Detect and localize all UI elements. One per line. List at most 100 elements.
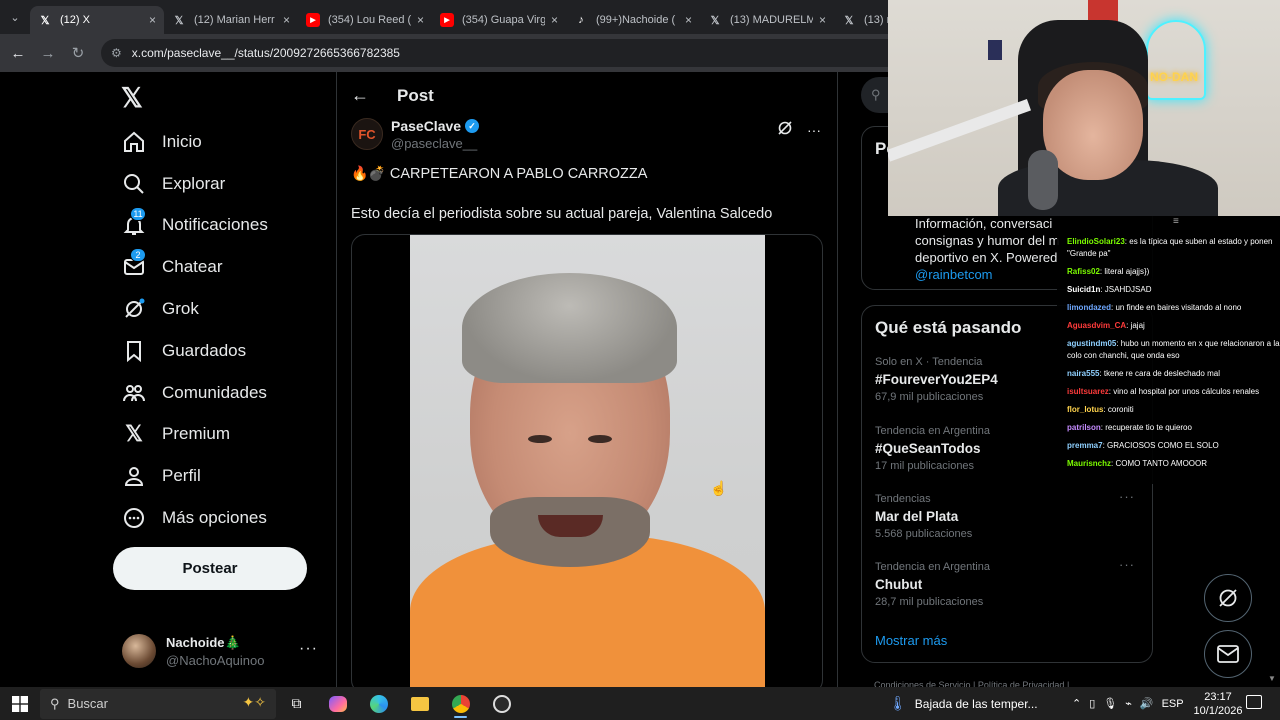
chat-message: naira555: tkene re cara de deslechado ma…	[1067, 369, 1220, 378]
tabs-container: 𝕏 (12) X × 𝕏 (12) Marian Herr × ▶ (354) Lou Ree…	[30, 0, 968, 34]
browser-tab[interactable]: 𝕏 (12) Marian Herr ×	[164, 6, 298, 34]
device-icon[interactable]: ▯	[1089, 697, 1095, 710]
start-button[interactable]	[0, 687, 40, 720]
sidebar-item-más-opciones[interactable]: Más opciones	[120, 497, 268, 539]
post-video[interactable]: ☝	[351, 234, 823, 694]
grok-icon[interactable]	[777, 120, 793, 139]
chat-text: COMO TANTO AMOOOR	[1115, 459, 1208, 468]
close-tab-icon[interactable]: ×	[551, 13, 558, 27]
url-text: x.com/paseclave__/status/200927266536678…	[131, 46, 400, 60]
chat-username: Aguasdvim_CA	[1067, 321, 1127, 330]
author-handle[interactable]: @paseclave__	[391, 136, 479, 151]
trend-item[interactable]: Tendencia en Argentina Chubut 28,7 mil pub…	[875, 557, 1143, 608]
sidebar-item-explorar[interactable]: Explorar	[120, 163, 268, 205]
notification-center-button[interactable]	[1246, 695, 1262, 709]
clock[interactable]: 23:17 10/1/2026	[1188, 690, 1248, 718]
file-explorer-app[interactable]	[399, 687, 440, 720]
site-info-icon[interactable]: ⚙	[111, 46, 122, 60]
grok-fab-button[interactable]	[1204, 574, 1252, 622]
sidebar-item-perfil[interactable]: Perfil	[120, 455, 268, 497]
more-options-icon[interactable]: ···	[807, 122, 821, 138]
chat-message: isultsuarez: vino al hospital por unos c…	[1067, 387, 1260, 396]
browser-tab[interactable]: 𝕏 (13) MADURELM ×	[700, 6, 834, 34]
avatar	[122, 634, 156, 668]
x-logo-icon: 𝕏	[174, 14, 184, 27]
sidebar-item-label: Notificaciones	[162, 215, 268, 235]
chat-message: patrilson: recuperate tio te quieroo	[1067, 423, 1192, 432]
tab-search-button[interactable]: ⌄	[0, 0, 30, 34]
chat-text: recuperate tio te quieroo	[1105, 423, 1192, 432]
taskbar-search[interactable]: ⚲ Buscar ✦✧	[40, 688, 276, 719]
post-author[interactable]: FC PaseClave ✓ @paseclave__	[351, 118, 480, 151]
sidebar-item-comunidades[interactable]: Comunidades	[120, 372, 268, 414]
chrome-app[interactable]	[440, 687, 481, 720]
trend-name: Mar del Plata	[875, 509, 959, 524]
search-icon	[120, 170, 148, 198]
forward-button[interactable]: →	[33, 38, 63, 68]
x-logo-icon: 𝕏	[844, 14, 854, 27]
author-name[interactable]: PaseClave	[391, 118, 461, 134]
trend-more-icon[interactable]: ···	[1119, 489, 1135, 504]
reload-button[interactable]: ↻	[63, 38, 93, 68]
browser-tab[interactable]: ♪ (99+)Nachoide (×	[566, 6, 700, 34]
chat-text: coroniti	[1107, 405, 1134, 414]
tab-title: (12) Marian Herr	[194, 14, 275, 26]
mail-icon	[1217, 645, 1239, 663]
show-more-link[interactable]: Mostrar más	[875, 633, 947, 648]
search-icon: ⚲	[871, 87, 881, 102]
volume-icon[interactable]: 🔊	[1140, 697, 1154, 710]
search-highlight-icon: ✦✧	[242, 693, 266, 710]
webcam-overlay: NO-DAN	[888, 0, 1280, 216]
language-indicator[interactable]: ESP	[1162, 698, 1184, 710]
mic-icon[interactable]: 🎙	[1103, 697, 1117, 710]
windows-logo-icon	[12, 695, 28, 712]
sidebar-item-grok[interactable]: Grok	[120, 288, 268, 330]
chat-username: patrilson	[1067, 423, 1101, 432]
profile-name: Nachoide🎄	[166, 634, 241, 650]
close-tab-icon[interactable]: ×	[685, 13, 692, 27]
account-switcher[interactable]: Nachoide🎄 @NachoAquinoo ···	[122, 632, 322, 670]
network-icon[interactable]: ⌁	[1125, 697, 1132, 710]
thermometer-icon: 🌡	[889, 695, 907, 711]
browser-tab[interactable]: ▶ (354) Lou Reed (×	[298, 6, 432, 34]
person-icon	[120, 462, 148, 490]
sidebar-item-guardados[interactable]: Guardados	[120, 330, 268, 372]
page-title: Post	[397, 85, 434, 105]
weather-widget[interactable]: 🌡 Bajada de las temper...	[889, 687, 1038, 720]
profile-card-link[interactable]: @rainbetcom	[915, 267, 993, 282]
grok-icon	[120, 295, 148, 323]
copilot-app[interactable]	[317, 687, 358, 720]
chat-text: literal ajajjs})	[1104, 267, 1150, 276]
close-tab-icon[interactable]: ×	[283, 13, 290, 27]
tray-overflow-icon[interactable]: ⌃	[1072, 697, 1081, 710]
chat-username: Suicid1n	[1067, 285, 1101, 294]
close-tab-icon[interactable]: ×	[417, 13, 424, 27]
sidebar-item-inicio[interactable]: Inicio	[120, 121, 268, 163]
sidebar-item-premium[interactable]: 𝕏 Premium	[120, 414, 268, 456]
browser-tab[interactable]: 𝕏 (12) X ×	[30, 6, 164, 34]
edge-app[interactable]	[358, 687, 399, 720]
task-view-button[interactable]: ⧉	[276, 687, 317, 720]
more-icon[interactable]: ···	[299, 640, 318, 658]
back-arrow-icon[interactable]: ←	[351, 85, 381, 106]
x-logo[interactable]: 𝕏	[121, 83, 143, 114]
close-tab-icon[interactable]: ×	[149, 13, 156, 27]
sidebar-item-notificaciones[interactable]: Notificaciones 11	[120, 205, 268, 247]
trend-item[interactable]: Tendencias Mar del Plata 5.568 publicacion…	[875, 489, 1143, 540]
post-button[interactable]: Postear	[113, 547, 307, 590]
obs-app[interactable]	[481, 687, 522, 720]
back-button[interactable]: ←	[3, 38, 33, 68]
copilot-icon	[328, 695, 347, 712]
author-avatar[interactable]: FC	[351, 118, 383, 150]
tab-title: (354) Lou Reed (	[328, 14, 411, 26]
browser-tab[interactable]: ▶ (354) Guapa Virg ×	[432, 6, 566, 34]
close-tab-icon[interactable]: ×	[819, 13, 826, 27]
messages-fab-button[interactable]	[1204, 630, 1252, 678]
trend-more-icon[interactable]: ···	[1119, 557, 1135, 572]
url-bar[interactable]: ⚙ x.com/paseclave__/status/2009272665366…	[101, 39, 901, 67]
microphone	[1028, 150, 1058, 210]
scroll-down-arrow-icon[interactable]: ▼	[1268, 674, 1276, 683]
video-frame[interactable]: ☝	[410, 235, 765, 693]
chat-message: limondazed: un finde en baires visitando…	[1067, 303, 1242, 312]
sidebar-item-chatear[interactable]: Chatear 2	[120, 246, 268, 288]
